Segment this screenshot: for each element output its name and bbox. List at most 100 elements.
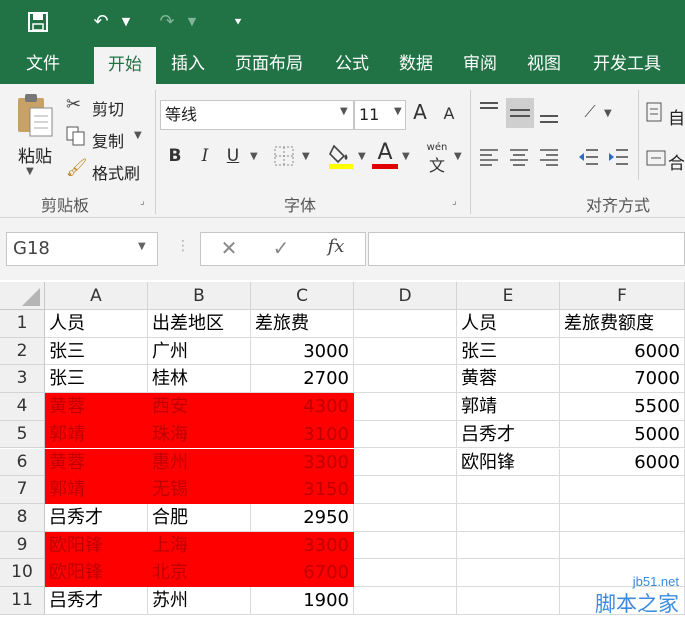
row-header[interactable]: 10 (0, 559, 45, 587)
column-header-d[interactable]: D (354, 282, 457, 310)
cell-d3[interactable] (354, 365, 457, 394)
align-right-icon[interactable] (538, 146, 562, 168)
cell-d1[interactable] (354, 310, 457, 338)
cell-b7[interactable]: 无锡 (148, 476, 251, 504)
cell-c2[interactable]: 3000 (251, 337, 354, 366)
tab-insert[interactable]: 插入 (158, 44, 218, 84)
clipboard-launcher-icon[interactable]: ⌟ (140, 196, 152, 208)
fill-color-icon[interactable] (328, 142, 354, 170)
font-size-dropdown-icon[interactable]: ▼ (394, 106, 406, 117)
cell-b3[interactable]: 桂林 (148, 365, 251, 394)
cell-e3[interactable]: 黄蓉 (457, 365, 560, 394)
tab-review[interactable]: 审阅 (450, 44, 510, 84)
column-header-c[interactable]: C (251, 282, 354, 310)
decrease-indent-icon[interactable] (576, 146, 600, 168)
cell-d10[interactable] (354, 559, 457, 587)
row-header[interactable]: 4 (0, 393, 45, 421)
cell-d11[interactable] (354, 587, 457, 615)
cell-c4[interactable]: 4300 (251, 393, 354, 421)
tab-page-layout[interactable]: 页面布局 (224, 44, 314, 84)
name-box[interactable]: G18 (6, 232, 158, 266)
grow-font-icon[interactable]: A (410, 100, 430, 124)
cell-a2[interactable]: 张三 (45, 337, 148, 366)
cell-c8[interactable]: 2950 (251, 503, 354, 532)
cell-a5[interactable]: 郭靖 (45, 420, 148, 449)
cell-c7[interactable]: 3150 (251, 476, 354, 504)
formula-input[interactable] (368, 232, 685, 266)
format-painter-icon[interactable]: 🖌 (66, 158, 88, 180)
row-header[interactable]: 3 (0, 365, 45, 394)
cell-e8[interactable] (457, 503, 560, 532)
column-header-b[interactable]: B (148, 282, 251, 310)
row-header[interactable]: 6 (0, 448, 45, 477)
bottom-align-icon[interactable] (538, 104, 562, 126)
column-header-a[interactable]: A (45, 282, 148, 310)
row-header[interactable]: 9 (0, 531, 45, 560)
cell-d2[interactable] (354, 337, 457, 366)
cell-e6[interactable]: 欧阳锋 (457, 448, 560, 477)
cancel-icon[interactable]: ✕ (214, 236, 244, 260)
merge-center-button[interactable]: 合 (668, 149, 685, 174)
cell-e9[interactable] (457, 531, 560, 560)
font-color-dropdown-icon[interactable]: ▼ (402, 151, 414, 162)
cell-b2[interactable]: 广州 (148, 337, 251, 366)
redo-dropdown-icon[interactable]: ▼ (182, 0, 202, 44)
tab-formulas[interactable]: 公式 (322, 44, 382, 84)
align-center-icon[interactable] (508, 146, 532, 168)
pinyin-guide-icon[interactable]: 文 (424, 152, 450, 176)
cut-button[interactable]: 剪切 (92, 96, 132, 120)
cell-b6[interactable]: 惠州 (148, 448, 251, 477)
align-left-icon[interactable] (478, 146, 502, 168)
cell-b8[interactable]: 合肥 (148, 503, 251, 532)
cell-b4[interactable]: 西安 (148, 393, 251, 421)
orientation-icon[interactable]: ⟋ (578, 102, 602, 122)
cell-f4[interactable]: 5500 (560, 393, 685, 421)
cell-c6[interactable]: 3300 (251, 448, 354, 477)
cut-icon[interactable]: ✂ (66, 94, 88, 116)
shrink-font-icon[interactable]: A (440, 104, 458, 123)
italic-button[interactable]: I (194, 146, 216, 166)
cell-a11[interactable]: 吕秀才 (45, 587, 148, 615)
copy-button[interactable]: 复制 (92, 128, 132, 152)
tab-developer[interactable]: 开发工具 (582, 44, 672, 84)
wrap-text-icon[interactable] (646, 102, 666, 124)
tab-view[interactable]: 视图 (514, 44, 574, 84)
merge-center-icon[interactable] (646, 148, 666, 170)
increase-indent-icon[interactable] (606, 146, 630, 168)
column-header-e[interactable]: E (457, 282, 560, 310)
cell-b5[interactable]: 珠海 (148, 420, 251, 449)
cell-f9[interactable] (560, 531, 685, 560)
tab-home[interactable]: 开始 (94, 47, 156, 84)
cell-a4[interactable]: 黄蓉 (45, 393, 148, 421)
font-color-button[interactable]: A (372, 140, 398, 165)
cell-a9[interactable]: 欧阳锋 (45, 531, 148, 560)
cell-d5[interactable] (354, 420, 457, 449)
select-all-corner[interactable] (0, 282, 45, 310)
middle-align-icon[interactable] (506, 98, 534, 128)
paste-icon[interactable] (14, 92, 56, 140)
row-header[interactable]: 5 (0, 420, 45, 449)
row-header[interactable]: 8 (0, 503, 45, 532)
name-box-dropdown-icon[interactable]: ▼ (138, 241, 152, 252)
cell-e1[interactable]: 人员 (457, 310, 560, 338)
top-align-icon[interactable] (478, 100, 502, 122)
pinyin-dropdown-icon[interactable]: ▼ (454, 151, 466, 162)
cell-e10[interactable] (457, 559, 560, 587)
save-icon[interactable] (22, 0, 54, 44)
cell-b1[interactable]: 出差地区 (148, 310, 251, 338)
cell-e7[interactable] (457, 476, 560, 504)
redo-icon[interactable]: ↷ (152, 0, 182, 44)
underline-button[interactable]: U (222, 146, 244, 166)
borders-dropdown-icon[interactable]: ▼ (302, 151, 314, 162)
undo-dropdown-icon[interactable]: ▼ (116, 0, 136, 44)
cell-f8[interactable] (560, 503, 685, 532)
cell-c5[interactable]: 3100 (251, 420, 354, 449)
tab-data[interactable]: 数据 (386, 44, 446, 84)
borders-icon[interactable] (274, 146, 296, 168)
paste-dropdown-icon[interactable]: ▼ (26, 166, 46, 177)
font-name-field[interactable]: 等线 (160, 100, 354, 130)
copy-icon[interactable] (66, 126, 88, 148)
cell-d8[interactable] (354, 503, 457, 532)
cell-b11[interactable]: 苏州 (148, 587, 251, 615)
cell-a1[interactable]: 人员 (45, 310, 148, 338)
